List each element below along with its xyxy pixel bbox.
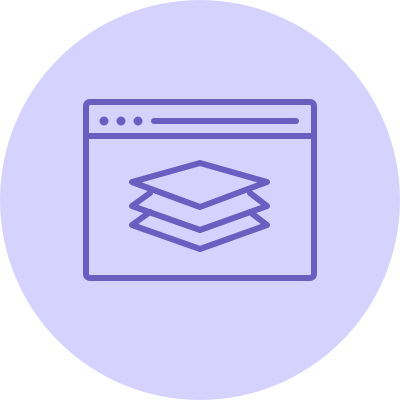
window-control-dots [99, 116, 143, 126]
window-dot-1 [99, 116, 109, 126]
browser-window-layers-icon [0, 0, 400, 400]
window-dot-2 [116, 116, 126, 126]
icon-canvas [0, 0, 400, 400]
window-dot-3 [133, 116, 143, 126]
background-circle [0, 0, 400, 400]
